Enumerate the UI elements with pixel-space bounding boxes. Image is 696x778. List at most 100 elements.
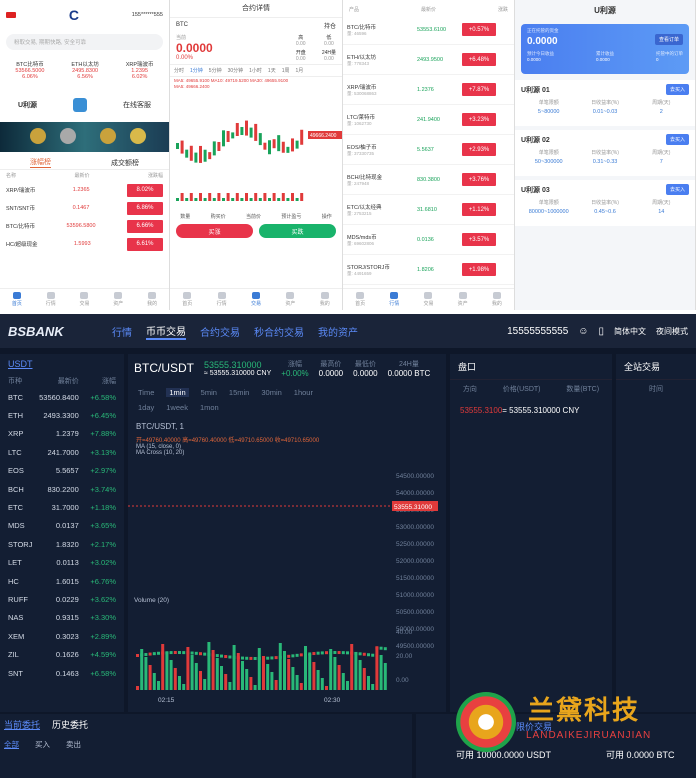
pair-row[interactable]: BTC 53560.8400 +6.58% — [0, 388, 124, 406]
pair-row[interactable]: RUFF 0.0229 +3.62% — [0, 590, 124, 608]
volume-bar — [190, 655, 194, 690]
tab-home[interactable]: 首页 — [12, 292, 22, 307]
tab-market[interactable]: 行情 — [46, 292, 56, 307]
search-input[interactable]: 粉取交易, 期期快路, 安全可靠 — [6, 34, 163, 50]
symbol-select[interactable]: BTC — [176, 22, 188, 28]
nav-contract[interactable]: 合约交易 — [200, 324, 240, 339]
volume-bar — [371, 684, 375, 690]
candle — [194, 651, 198, 655]
candle — [295, 140, 299, 149]
pair-row[interactable]: EOS 5.5657 +2.97% — [0, 462, 124, 480]
list-item[interactable]: MDS/mds币 量: 69602806 0.0136 +3.57% — [343, 225, 514, 255]
ticker-item[interactable]: XRP瑞波币 1.2395 6.02% — [126, 60, 154, 80]
pair-row[interactable]: SNT 0.1463 +6.58% — [0, 664, 124, 682]
tab-current-orders[interactable]: 当前委托 — [4, 718, 40, 731]
buy-up-button[interactable]: 买涨 — [176, 224, 253, 238]
tab-up-rank[interactable]: 涨幅榜 — [30, 157, 51, 168]
nav-market[interactable]: 行情 — [112, 324, 132, 339]
night-mode-toggle[interactable]: 夜间模式 — [656, 326, 688, 337]
list-item[interactable]: EOS/柚子币 量: 37330735 5.5637 +2.93% — [343, 135, 514, 165]
candle — [325, 651, 328, 655]
pair-row[interactable]: HC 1.6015 +6.76% — [0, 572, 124, 590]
candle — [226, 130, 230, 142]
pair-row[interactable]: ZIL 0.1626 +4.59% — [0, 645, 124, 663]
ticker-item[interactable]: ETH以太坊 2495.8300 6.56% — [71, 60, 99, 80]
tab-assets[interactable]: 资产 — [113, 292, 123, 307]
wallet-icon — [458, 292, 467, 299]
tab-me[interactable]: 我的 — [147, 292, 157, 307]
tab-volume-rank[interactable]: 成交额榜 — [111, 158, 139, 168]
list-item[interactable]: BTC/比特币 量: 46596 53553.6100 +0.57% — [343, 15, 514, 45]
pair-row[interactable]: STORJ 1.8320 +2.17% — [0, 535, 124, 553]
hold-button[interactable]: 持仓 — [324, 21, 336, 30]
volume-bar — [180, 193, 184, 201]
list-item[interactable]: STORJ/STORJ币 量: 4491659 1.8206 +1.98% — [343, 255, 514, 285]
nav-spot[interactable]: 币币交易 — [146, 323, 186, 340]
pair-row[interactable]: ETH 2493.3300 +6.45% — [0, 406, 124, 424]
nav-assets[interactable]: 我的资产 — [318, 324, 358, 339]
list-item[interactable]: LTC/莱特币 量: 1062730 241.9400 +3.23% — [343, 105, 514, 135]
banner-image[interactable] — [0, 122, 169, 152]
list-item[interactable]: BTC/比特币 53596.5800 6.66% — [0, 217, 169, 235]
nav-seconds[interactable]: 秒合约交易 — [254, 324, 304, 339]
user-icon[interactable]: ☺ — [578, 326, 588, 337]
pair-row[interactable]: XRP 1.2379 +7.88% — [0, 425, 124, 443]
tab-trade[interactable]: 交易 — [79, 292, 90, 307]
list-item[interactable]: ETC/以太经典 量: 2753215 31.6810 +1.12% — [343, 195, 514, 225]
mobile-home-panel: C 155******555 粉取交易, 期期快路, 安全可靠 BTC比特币 53… — [0, 0, 170, 310]
volume-bar — [266, 664, 270, 690]
download-icon[interactable]: ▯ — [598, 326, 604, 337]
pair-row[interactable]: XEM 0.3023 +2.89% — [0, 627, 124, 645]
flag-icon[interactable] — [6, 12, 16, 18]
order-header: 数量 购买价 当前价 预计盈亏 操作 — [180, 214, 332, 220]
user-icon — [320, 292, 329, 299]
list-item[interactable]: HC/超级现金 1.5993 6.61% — [0, 235, 169, 253]
service-button[interactable]: 在线客服 — [123, 100, 151, 110]
pair-row[interactable]: ETC 31.7000 +1.18% — [0, 498, 124, 516]
pair-row[interactable]: MDS 0.0137 +3.65% — [0, 517, 124, 535]
buy-button[interactable]: 去买入 — [665, 134, 689, 145]
candle — [169, 651, 173, 655]
volume-bar — [185, 198, 189, 201]
volume-bar — [182, 684, 186, 690]
list-item[interactable]: BCH/比特现金 量: 247948 830.3800 +3.76% — [343, 165, 514, 195]
language-select[interactable]: 简体中文 — [614, 326, 646, 337]
candle — [228, 655, 232, 659]
volume-tick: 20.00 — [396, 653, 413, 660]
list-item[interactable]: SNT/SNT币 0.1467 6.86% — [0, 199, 169, 217]
buy-down-button[interactable]: 买跌 — [259, 224, 336, 238]
volume-bar — [245, 193, 248, 201]
phone-label: 155******555 — [131, 12, 163, 18]
home-icon — [356, 292, 365, 299]
volume-bar — [173, 668, 177, 690]
order-book: 盘口 方向 价格(USDT) 数量(BTC) 53555.3100= 53555.3… — [450, 354, 612, 712]
kline-chart[interactable]: 49666.2400 — [170, 89, 343, 209]
kline-chart[interactable]: 54500.0000054000.0000053500.0000053000.0… — [128, 470, 446, 710]
pair-row[interactable]: LTC 241.7000 +3.13% — [0, 443, 124, 461]
view-orders-button[interactable]: 查看订单 — [654, 34, 683, 45]
account-phone[interactable]: 15555555555 — [507, 326, 568, 337]
buy-button[interactable]: 去买入 — [665, 184, 689, 195]
volume-bar — [299, 683, 303, 690]
volume-bar — [161, 644, 165, 690]
list-item[interactable]: XRP/瑞波币 量: 530068863 1.2376 +7.87% — [343, 75, 514, 105]
buy-button[interactable]: 去买入 — [665, 84, 689, 95]
volume-bar — [152, 673, 156, 690]
volume-bar — [157, 681, 160, 690]
list-item[interactable]: ETH/以太坊 量: 778343 2493.9500 +6.48% — [343, 45, 514, 75]
pair-row[interactable]: NAS 0.9315 +3.30% — [0, 609, 124, 627]
pair-row[interactable]: LET 0.0113 +3.02% — [0, 554, 124, 572]
pair-row[interactable]: BCH 830.2200 +3.74% — [0, 480, 124, 498]
volume-bar — [222, 198, 225, 201]
u-feature-button[interactable]: U利源 — [18, 100, 37, 110]
list-item[interactable]: XRP/瑞波币 1.2365 8.02% — [0, 181, 169, 199]
quote-tab-usdt[interactable]: USDT — [0, 354, 124, 374]
candle — [291, 138, 294, 152]
ticker-item[interactable]: BTC比特币 53566.5000 6.06% — [15, 60, 44, 80]
interval-tabs: Time 1min 5min 15min 30min 1hour — [138, 388, 313, 397]
trade-icon — [424, 292, 433, 299]
volume-bar — [215, 658, 219, 690]
logo[interactable]: BSBANK — [8, 324, 98, 339]
tab-history-orders[interactable]: 历史委托 — [52, 718, 88, 731]
volume-bar — [291, 193, 294, 201]
